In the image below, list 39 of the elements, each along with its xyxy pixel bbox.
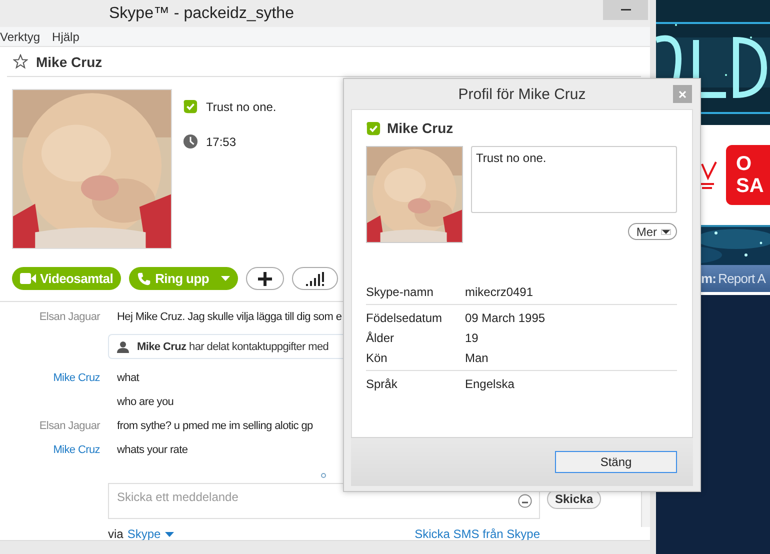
sale-button[interactable]: O SA — [726, 145, 770, 205]
menu-item[interactable]: Verktyg — [0, 30, 40, 44]
via-label: via — [108, 527, 124, 541]
message-sender: Mike Cruz — [52, 372, 100, 384]
field-label: Ålder — [366, 330, 396, 344]
menu-item[interactable]: Hjälp — [52, 30, 80, 44]
window-title: Skype™ - packeidz_sythe — [109, 4, 294, 22]
message-sender: Elsan Jaguar — [38, 311, 100, 323]
message-text: Hej Mike Cruz. Jag skulle vilja lägga till dig som e — [117, 311, 342, 323]
field-value: mikecrz0491 — [465, 284, 534, 298]
message-text: who are you — [117, 396, 174, 408]
sms-link[interactable]: Skicka SMS från Skype — [414, 527, 540, 541]
field-value: 19 — [465, 330, 480, 344]
contact-name: Mike Cruz — [36, 54, 102, 70]
close-dialog-button[interactable]: Stäng — [555, 451, 677, 473]
mood-field: Trust no one. — [471, 146, 677, 213]
video-call-button[interactable]: Videosamtal — [12, 267, 122, 290]
mood-text: Trust no one. — [206, 100, 276, 114]
notice-text: Mike Cruz har delat kontaktuppgifter med — [137, 340, 329, 352]
service-selector[interactable]: Skype — [127, 527, 174, 541]
nav-label: m: — [701, 271, 716, 286]
field-value: 09 March 1995 — [465, 310, 546, 324]
profile-name: Mike Cruz — [387, 120, 454, 136]
message-text: whats your rate — [117, 444, 188, 456]
dialog-title: Profil för Mike Cruz — [458, 86, 586, 102]
message-text: what — [117, 372, 140, 384]
report-link[interactable]: Report A — [718, 271, 766, 286]
call-button[interactable]: Ring upp — [129, 267, 238, 290]
field-label: Kön — [366, 350, 388, 364]
message-text: from sythe? u pmed me im selling alotic gp — [117, 420, 313, 432]
field-value: Engelska — [465, 376, 516, 390]
local-time: 17:53 — [206, 134, 236, 148]
field-label: Skype-namn — [366, 284, 434, 298]
more-button[interactable]: Mer — [628, 223, 677, 240]
message-sender: Mike Cruz — [52, 444, 100, 456]
field-value: Man — [465, 350, 490, 364]
message-sender: Elsan Jaguar — [38, 420, 100, 432]
field-label: Språk — [366, 376, 398, 390]
field-label: Födelsedatum — [366, 310, 444, 324]
